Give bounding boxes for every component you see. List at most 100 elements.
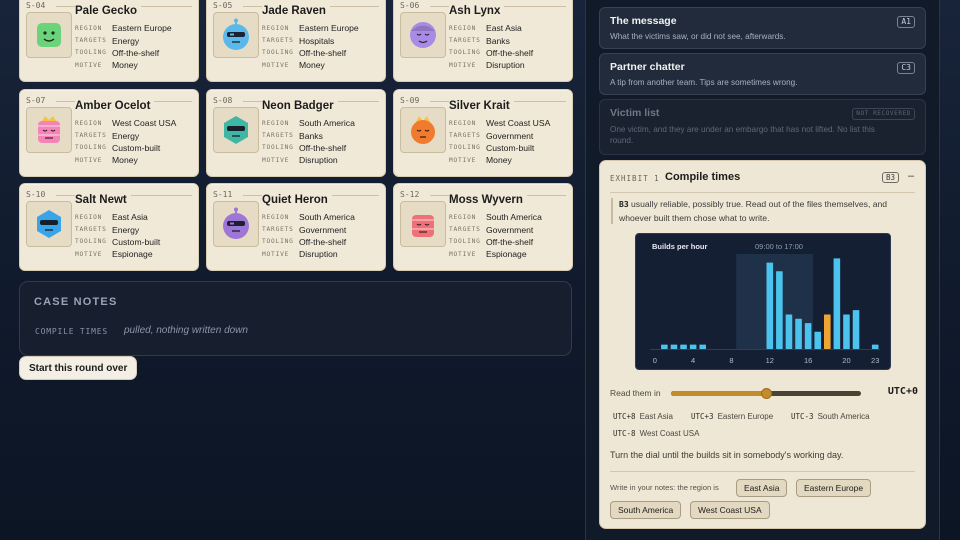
red-striped-face-icon xyxy=(400,201,446,247)
slider-handle[interactable] xyxy=(760,388,772,399)
case-notes-key: COMPILE TIMES xyxy=(35,327,109,336)
tz-offset: UTC+3 xyxy=(691,412,714,421)
tz-region: East Asia xyxy=(639,412,673,421)
fact-value: South America xyxy=(299,212,355,223)
chart-bar xyxy=(689,344,697,349)
chart-bar xyxy=(795,318,802,349)
suspect-name: Silver Krait xyxy=(449,100,514,112)
region-choice-eastern-europe[interactable]: Eastern Europe xyxy=(796,479,872,497)
fact-motive: MOTIVE Money xyxy=(75,154,176,166)
fact-motive: MOTIVE Money xyxy=(262,59,359,71)
region-choice-east-asia[interactable]: East Asia xyxy=(736,479,788,497)
chart-tick-label: 16 xyxy=(804,356,812,365)
fact-value: Banks xyxy=(486,35,510,46)
suspect-card[interactable]: S-08 Neon Badger REGION South America TARGET… xyxy=(206,89,386,177)
fact-value: Disruption xyxy=(299,155,338,166)
timezone-slider[interactable] xyxy=(671,388,861,399)
fact-region: REGION South America xyxy=(262,117,355,129)
fact-label: TARGETS xyxy=(262,132,294,140)
tz-region: South America xyxy=(817,412,870,421)
tz-offset: UTC-8 xyxy=(613,429,636,438)
fact-label: MOTIVE xyxy=(262,250,290,258)
fact-label: REGION xyxy=(262,119,290,127)
fact-region: REGION South America xyxy=(449,211,542,223)
fact-value: Government xyxy=(486,224,534,235)
chart-tick-label: 23 xyxy=(871,356,879,365)
chart-tick-label: 4 xyxy=(691,356,695,365)
purple-robot-visor-icon xyxy=(213,201,259,247)
fact-value: Hospitals xyxy=(299,35,335,46)
suspect-card[interactable]: S-10 Salt Newt REGION East Asia TARGETS Energ… xyxy=(19,183,199,271)
fact-motive: MOTIVE Disruption xyxy=(262,154,355,166)
suspect-card[interactable]: S-06 Ash Lynx REGION East Asia TARGETS Banks T… xyxy=(393,0,573,82)
region-choice-south-america[interactable]: South America xyxy=(610,501,682,519)
fact-value: Money xyxy=(486,155,512,166)
collapse-icon[interactable]: – xyxy=(908,170,914,182)
chart-bar xyxy=(661,344,668,349)
timezone-dial-row: Read them in UTC+0 xyxy=(610,386,918,400)
fact-tooling: TOOLING Off-the-shelf xyxy=(262,142,355,154)
fact-value: East Asia xyxy=(112,212,148,223)
suspect-code: S-08 xyxy=(213,96,233,105)
suspect-card[interactable]: S-07 Amber Ocelot REGION West Coast USA TARG… xyxy=(19,89,199,177)
fact-value: Money xyxy=(112,155,138,166)
fact-tooling: TOOLING Custom-built xyxy=(449,142,550,154)
fact-value: Eastern Europe xyxy=(299,23,359,34)
fact-targets: TARGETS Government xyxy=(449,223,542,235)
chart-title: Builds per hour xyxy=(652,242,708,251)
suspect-facts: REGION West Coast USA TARGETS Energy TOOLING… xyxy=(75,117,176,167)
suspect-code: S-11 xyxy=(213,190,233,199)
fact-label: REGION xyxy=(75,119,103,127)
fact-value: Off-the-shelf xyxy=(486,236,534,247)
orange-crown-face-icon xyxy=(400,107,446,153)
fact-label: MOTIVE xyxy=(262,156,290,164)
restart-round-button[interactable]: Start this round over xyxy=(19,356,138,380)
fact-label: TOOLING xyxy=(262,238,294,246)
region-choice-west-coast-usa[interactable]: West Coast USA xyxy=(690,501,770,519)
suspect-facts: REGION East Asia TARGETS Banks TOOLING Off-th… xyxy=(449,22,533,72)
fact-value: West Coast USA xyxy=(486,118,551,129)
fact-value: Disruption xyxy=(486,60,525,71)
case-notes-value: pulled, nothing written down xyxy=(124,325,248,336)
tz-offset: UTC+8 xyxy=(613,412,636,421)
suspect-facts: REGION Eastern Europe TARGETS Hospitals TOOL… xyxy=(262,22,359,72)
fact-region: REGION West Coast USA xyxy=(75,117,176,129)
source-the-message[interactable]: The message What the victims saw, or did… xyxy=(599,7,926,49)
fact-label: TOOLING xyxy=(75,144,107,152)
divider xyxy=(610,192,915,193)
suspect-card[interactable]: S-05 Jade Raven REGION Eastern Europe TARGET… xyxy=(206,0,386,82)
teal-hexagon-visor-icon xyxy=(213,107,259,153)
purple-round-face-icon xyxy=(400,12,446,58)
source-partner-chatter[interactable]: Partner chatter A tip from another team.… xyxy=(599,53,926,95)
fact-region: REGION Eastern Europe xyxy=(262,22,359,34)
fact-label: MOTIVE xyxy=(449,250,477,258)
fact-targets: TARGETS Energy xyxy=(75,34,172,46)
suspect-card[interactable]: S-09 Silver Krait REGION West Coast USA TARG… xyxy=(393,89,573,177)
divider xyxy=(610,471,915,472)
fact-region: REGION East Asia xyxy=(449,22,533,34)
suspect-card[interactable]: S-11 Quiet Heron REGION South America TARGET… xyxy=(206,183,386,271)
fact-label: REGION xyxy=(449,213,477,221)
timezone-key: UTC+8 East Asia xyxy=(613,412,673,421)
fact-tooling: TOOLING Off-the-shelf xyxy=(449,47,533,59)
fact-value: Energy xyxy=(112,35,140,46)
suspect-card[interactable]: S-04 Pale Gecko REGION Eastern Europe TARGET… xyxy=(19,0,199,82)
blue-robot-face-icon xyxy=(213,12,259,58)
fact-tooling: TOOLING Off-the-shelf xyxy=(75,47,172,59)
fact-value: Government xyxy=(486,130,534,141)
suspect-card[interactable]: S-12 Moss Wyvern REGION South America TARGET… xyxy=(393,183,573,271)
fact-label: TOOLING xyxy=(449,49,481,57)
fact-tooling: TOOLING Custom-built xyxy=(75,142,176,154)
fact-value: Money xyxy=(112,60,138,71)
fact-value: Energy xyxy=(112,224,140,235)
blue-hexagon-visor-icon xyxy=(26,201,72,247)
fact-label: MOTIVE xyxy=(449,61,477,69)
fact-targets: TARGETS Banks xyxy=(449,34,533,46)
fact-targets: TARGETS Hospitals xyxy=(262,34,359,46)
case-notes-title: CASE NOTES xyxy=(34,296,118,308)
chart-tick-label: 8 xyxy=(729,356,733,365)
slider-fill xyxy=(671,391,766,396)
tz-region: Eastern Europe xyxy=(717,412,774,421)
fact-label: TARGETS xyxy=(75,226,107,234)
fact-value: Energy xyxy=(112,130,140,141)
